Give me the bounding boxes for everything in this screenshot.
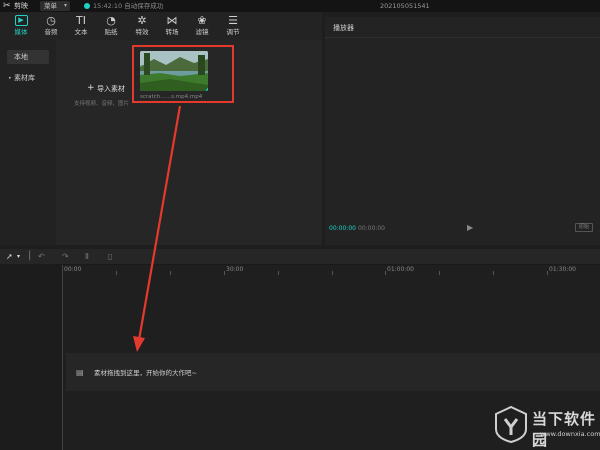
project-name: 202105051541: [380, 2, 430, 10]
tab-audio[interactable]: ◷ 音频: [36, 14, 66, 38]
watermark-title: 当下软件园: [532, 410, 597, 449]
ruler-label: 01:30:00: [549, 266, 576, 273]
ruler-tick: [493, 271, 494, 275]
player-title: 播放器: [333, 24, 354, 32]
import-button[interactable]: + 导入素材 支持视频、音频、图片: [64, 60, 134, 110]
add-to-timeline-icon[interactable]: +: [206, 87, 208, 91]
tab-label: 文本: [74, 28, 88, 36]
redo-icon[interactable]: ↷: [62, 251, 69, 262]
undo-icon[interactable]: ↶: [38, 251, 45, 262]
media-clip-thumbnail[interactable]: +: [140, 51, 208, 91]
tab-label: 转场: [165, 28, 179, 36]
tab-label: 特效: [135, 28, 149, 36]
tab-label: 媒体: [14, 28, 28, 36]
delete-icon[interactable]: ▯: [108, 251, 112, 262]
tab-label: 贴纸: [104, 28, 118, 36]
media-panel: + 导入素材 支持视频、音频、图片 + scratch……s.mp4.mp4: [56, 40, 322, 245]
timecode-current: 00:00:00: [329, 225, 356, 232]
watermark-logo: [495, 405, 527, 443]
ruler-tick: [224, 271, 225, 275]
chevron-down-icon[interactable]: ▾: [17, 251, 20, 262]
chevron-right-icon: ▸: [9, 75, 12, 81]
sticker-icon: ◔: [106, 14, 116, 27]
sidebar-item-label: 素材库: [14, 74, 35, 82]
import-hint: 支持视频、音频、图片: [74, 101, 130, 107]
title-bar: ✂ 剪映 菜单 ▾ 15:42:10 自动保存成功 202105051541: [0, 0, 600, 12]
filter-icon: ❀: [197, 14, 207, 27]
watermark-url: www.downxia.com: [540, 430, 600, 438]
app-name: 剪映: [14, 2, 28, 10]
divider: [325, 37, 600, 38]
ruler-tick: [547, 271, 548, 275]
media-sidebar: 本地 ▸ 素材库: [0, 40, 56, 245]
app-logo-icon: ✂: [3, 1, 11, 11]
tab-label: 滤镜: [195, 28, 209, 36]
ruler-tick: [385, 271, 386, 275]
sidebar-item-local[interactable]: 本地: [7, 50, 49, 64]
track-headers: [0, 265, 62, 450]
import-label: 导入素材: [97, 85, 125, 93]
highlight-box: + scratch……s.mp4.mp4: [132, 45, 234, 103]
tab-label: 音频: [44, 28, 58, 36]
ruler-tick: [116, 271, 117, 275]
adjust-icon: ☰: [228, 14, 238, 27]
save-status: 15:42:10 自动保存成功: [93, 2, 164, 10]
timeline-toolbar: ➚ ▾ | ↶ ↷ Ⅱ ▯: [0, 249, 600, 265]
sidebar-item-library[interactable]: ▸ 素材库: [7, 71, 49, 85]
tab-adjust[interactable]: ☰ 调节: [218, 14, 248, 38]
track-hint: 素材拖拽到这里，开始你的大作吧~: [94, 369, 197, 377]
menu-label: 菜单: [44, 2, 57, 10]
tab-transition[interactable]: ⋈ 转场: [157, 14, 187, 38]
ratio-button[interactable]: 原始: [575, 223, 593, 232]
ruler-label: 00:00: [64, 266, 82, 273]
player-panel: 播放器 00:00:00 00:00:00 ▶ 原始: [325, 17, 600, 245]
transition-icon: ⋈: [166, 14, 178, 27]
tab-filter[interactable]: ❀ 滤镜: [187, 14, 217, 38]
select-cursor-icon[interactable]: ➚: [6, 251, 13, 262]
effects-icon: ✲: [137, 14, 147, 27]
landscape-image: [140, 51, 208, 91]
main-track-dropzone[interactable]: ▤ 素材拖拽到这里，开始你的大作吧~: [66, 353, 600, 391]
tab-effects[interactable]: ✲ 特效: [127, 14, 157, 38]
ruler-tick: [170, 271, 171, 275]
tab-sticker[interactable]: ◔ 贴纸: [96, 14, 126, 38]
clip-name: scratch……s.mp4.mp4: [140, 94, 203, 100]
menu-button[interactable]: 菜单 ▾: [40, 1, 70, 11]
ruler-tick: [332, 271, 333, 275]
media-icon: ▶: [14, 15, 28, 26]
sidebar-item-label: 本地: [14, 53, 28, 61]
ruler-tick: [439, 271, 440, 275]
main-toolbar: ▶ 媒体 ◷ 音频 TI 文本 ◔ 贴纸 ✲ 特效 ⋈ 转场 ❀ 滤镜 ☰ 调节: [0, 12, 322, 40]
tab-label: 调节: [226, 28, 240, 36]
ruler-tick: [278, 271, 279, 275]
playhead[interactable]: [62, 265, 63, 450]
ruler-label: 01:00:00: [387, 266, 414, 273]
tab-media[interactable]: ▶ 媒体: [6, 14, 36, 38]
timeline-ruler: 00:00 30:00 01:00:00 01:30:00: [62, 265, 600, 275]
save-status-icon: [84, 3, 90, 9]
split-icon[interactable]: Ⅱ: [85, 251, 89, 262]
plus-icon: +: [87, 83, 95, 93]
play-icon[interactable]: ▶: [467, 223, 473, 232]
toolbar-separator: |: [28, 250, 32, 261]
tab-text[interactable]: TI 文本: [66, 14, 96, 38]
ruler-label: 30:00: [226, 266, 244, 273]
film-icon: ▤: [76, 368, 84, 377]
timecode-duration: 00:00:00: [358, 225, 385, 232]
text-icon: TI: [76, 14, 86, 27]
chevron-down-icon: ▾: [63, 2, 67, 9]
audio-icon: ◷: [46, 14, 56, 27]
